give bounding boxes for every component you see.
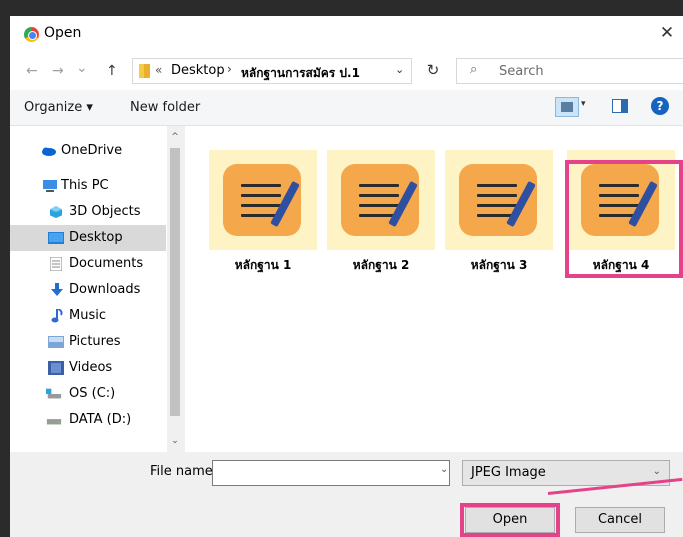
sidebar-item-label: DATA (D:)	[69, 412, 132, 427]
window-title: Open	[44, 25, 82, 41]
highlight-frame	[565, 160, 683, 278]
command-toolbar: Organize ▾ New folder ▾ ?	[10, 90, 683, 126]
sidebar-item-os-drive[interactable]: OS (C:)	[10, 381, 166, 407]
sidebar-item-label: Desktop	[69, 230, 123, 245]
view-mode-dropdown-icon[interactable]: ▾	[581, 99, 593, 115]
cube-icon	[50, 206, 62, 218]
back-arrow-icon[interactable]: ←	[26, 63, 38, 79]
sidebar-item-videos[interactable]: Videos	[10, 355, 166, 381]
sidebar-item-pictures[interactable]: Pictures	[10, 329, 166, 355]
sidebar-item-label: Videos	[69, 360, 113, 375]
file-tile-2[interactable]: หลักฐาน 2	[327, 150, 435, 290]
search-input[interactable]: ⌕ Search	[456, 58, 683, 84]
sidebar-item-label: Pictures	[69, 334, 121, 349]
sidebar-item-label: Documents	[69, 256, 144, 271]
breadcrumb-separator-icon: ›	[227, 62, 232, 76]
sidebar-item-data-drive[interactable]: DATA (D:)	[10, 407, 166, 433]
file-name-label: หลักฐาน 2	[352, 258, 410, 272]
drive-os-icon	[46, 388, 62, 399]
search-icon: ⌕	[470, 62, 478, 77]
file-name-label: File name:	[150, 464, 218, 479]
computer-icon	[43, 180, 57, 192]
desktop-icon	[48, 232, 64, 244]
image-thumbnail	[209, 150, 317, 250]
forward-arrow-icon[interactable]: →	[52, 63, 64, 79]
chrome-icon	[24, 27, 39, 42]
sidebar-item-label: Music	[69, 308, 106, 323]
sidebar-item-label: 3D Objects	[69, 204, 141, 219]
sidebar-item-desktop[interactable]: Desktop	[10, 225, 166, 251]
recent-locations-icon[interactable]: ⌄	[76, 60, 88, 76]
scroll-up-icon[interactable]: ^	[167, 128, 183, 146]
view-mode-icon[interactable]	[555, 97, 579, 117]
cancel-button[interactable]: Cancel	[575, 507, 665, 533]
file-name-label: หลักฐาน 3	[470, 258, 528, 272]
image-thumbnail	[327, 150, 435, 250]
file-type-value: JPEG Image	[471, 465, 546, 480]
dialog-footer: File name: ⌄ JPEG Image ⌄ Open Cancel	[10, 452, 683, 537]
videos-icon	[48, 361, 64, 375]
navigation-pane: OneDrive This PC 3D Objects Desktop Docu…	[10, 126, 183, 452]
sidebar-item-this-pc[interactable]: This PC	[10, 173, 166, 199]
folder-icon	[139, 64, 150, 78]
file-name-dropdown-icon[interactable]: ⌄	[440, 464, 448, 475]
new-folder-button[interactable]: New folder	[130, 100, 200, 115]
breadcrumb-current-folder[interactable]: หลักฐานการสมัคร ป.1	[241, 64, 360, 83]
download-icon	[51, 283, 63, 296]
scrollbar-thumb[interactable]	[170, 148, 180, 416]
preview-pane-icon[interactable]	[612, 99, 628, 113]
chevron-down-icon: ⌄	[652, 466, 661, 477]
file-tile-1[interactable]: หลักฐาน 1	[209, 150, 317, 290]
file-name-label: หลักฐาน 1	[234, 258, 292, 272]
navigation-bar: ← → ⌄ ↑ « Desktop › หลักฐานการสมัคร ป.1 …	[10, 52, 683, 90]
sidebar-item-label: OS (C:)	[69, 386, 116, 401]
refresh-icon[interactable]: ↻	[420, 61, 446, 83]
search-placeholder: Search	[499, 64, 544, 79]
cloud-icon	[42, 147, 56, 156]
file-name-input[interactable]	[212, 460, 450, 486]
organize-button[interactable]: Organize ▾	[24, 100, 93, 115]
sidebar-item-onedrive[interactable]: OneDrive	[10, 138, 166, 164]
sidebar-item-music[interactable]: Music	[10, 303, 166, 329]
sidebar-item-downloads[interactable]: Downloads	[10, 277, 166, 303]
sidebar-item-label: OneDrive	[61, 143, 123, 158]
sidebar-item-label: This PC	[61, 178, 109, 193]
title-bar: Open ✕	[10, 16, 683, 52]
open-file-dialog: Open ✕ ← → ⌄ ↑ « Desktop › หลักฐานการสมั…	[10, 16, 683, 537]
breadcrumb-overflow-icon[interactable]: «	[155, 63, 162, 77]
sidebar-item-3d-objects[interactable]: 3D Objects	[10, 199, 166, 225]
pictures-icon	[48, 336, 64, 348]
up-arrow-icon[interactable]: ↑	[106, 63, 118, 79]
file-tile-3[interactable]: หลักฐาน 3	[445, 150, 553, 290]
help-icon[interactable]: ?	[651, 97, 669, 115]
address-bar[interactable]: « Desktop › หลักฐานการสมัคร ป.1 ⌄	[132, 58, 412, 84]
highlight-frame	[460, 503, 560, 537]
breadcrumb-desktop[interactable]: Desktop	[171, 63, 225, 78]
drive-icon	[46, 419, 62, 425]
image-thumbnail	[445, 150, 553, 250]
sidebar-scrollbar[interactable]: ^ ⌄	[167, 126, 183, 452]
sidebar-item-documents[interactable]: Documents	[10, 251, 166, 277]
close-icon[interactable]: ✕	[656, 22, 678, 44]
sidebar-item-label: Downloads	[69, 282, 141, 297]
scroll-down-icon[interactable]: ⌄	[167, 432, 183, 450]
document-icon	[50, 257, 62, 271]
music-icon	[51, 309, 63, 323]
address-dropdown-icon[interactable]: ⌄	[395, 63, 404, 76]
